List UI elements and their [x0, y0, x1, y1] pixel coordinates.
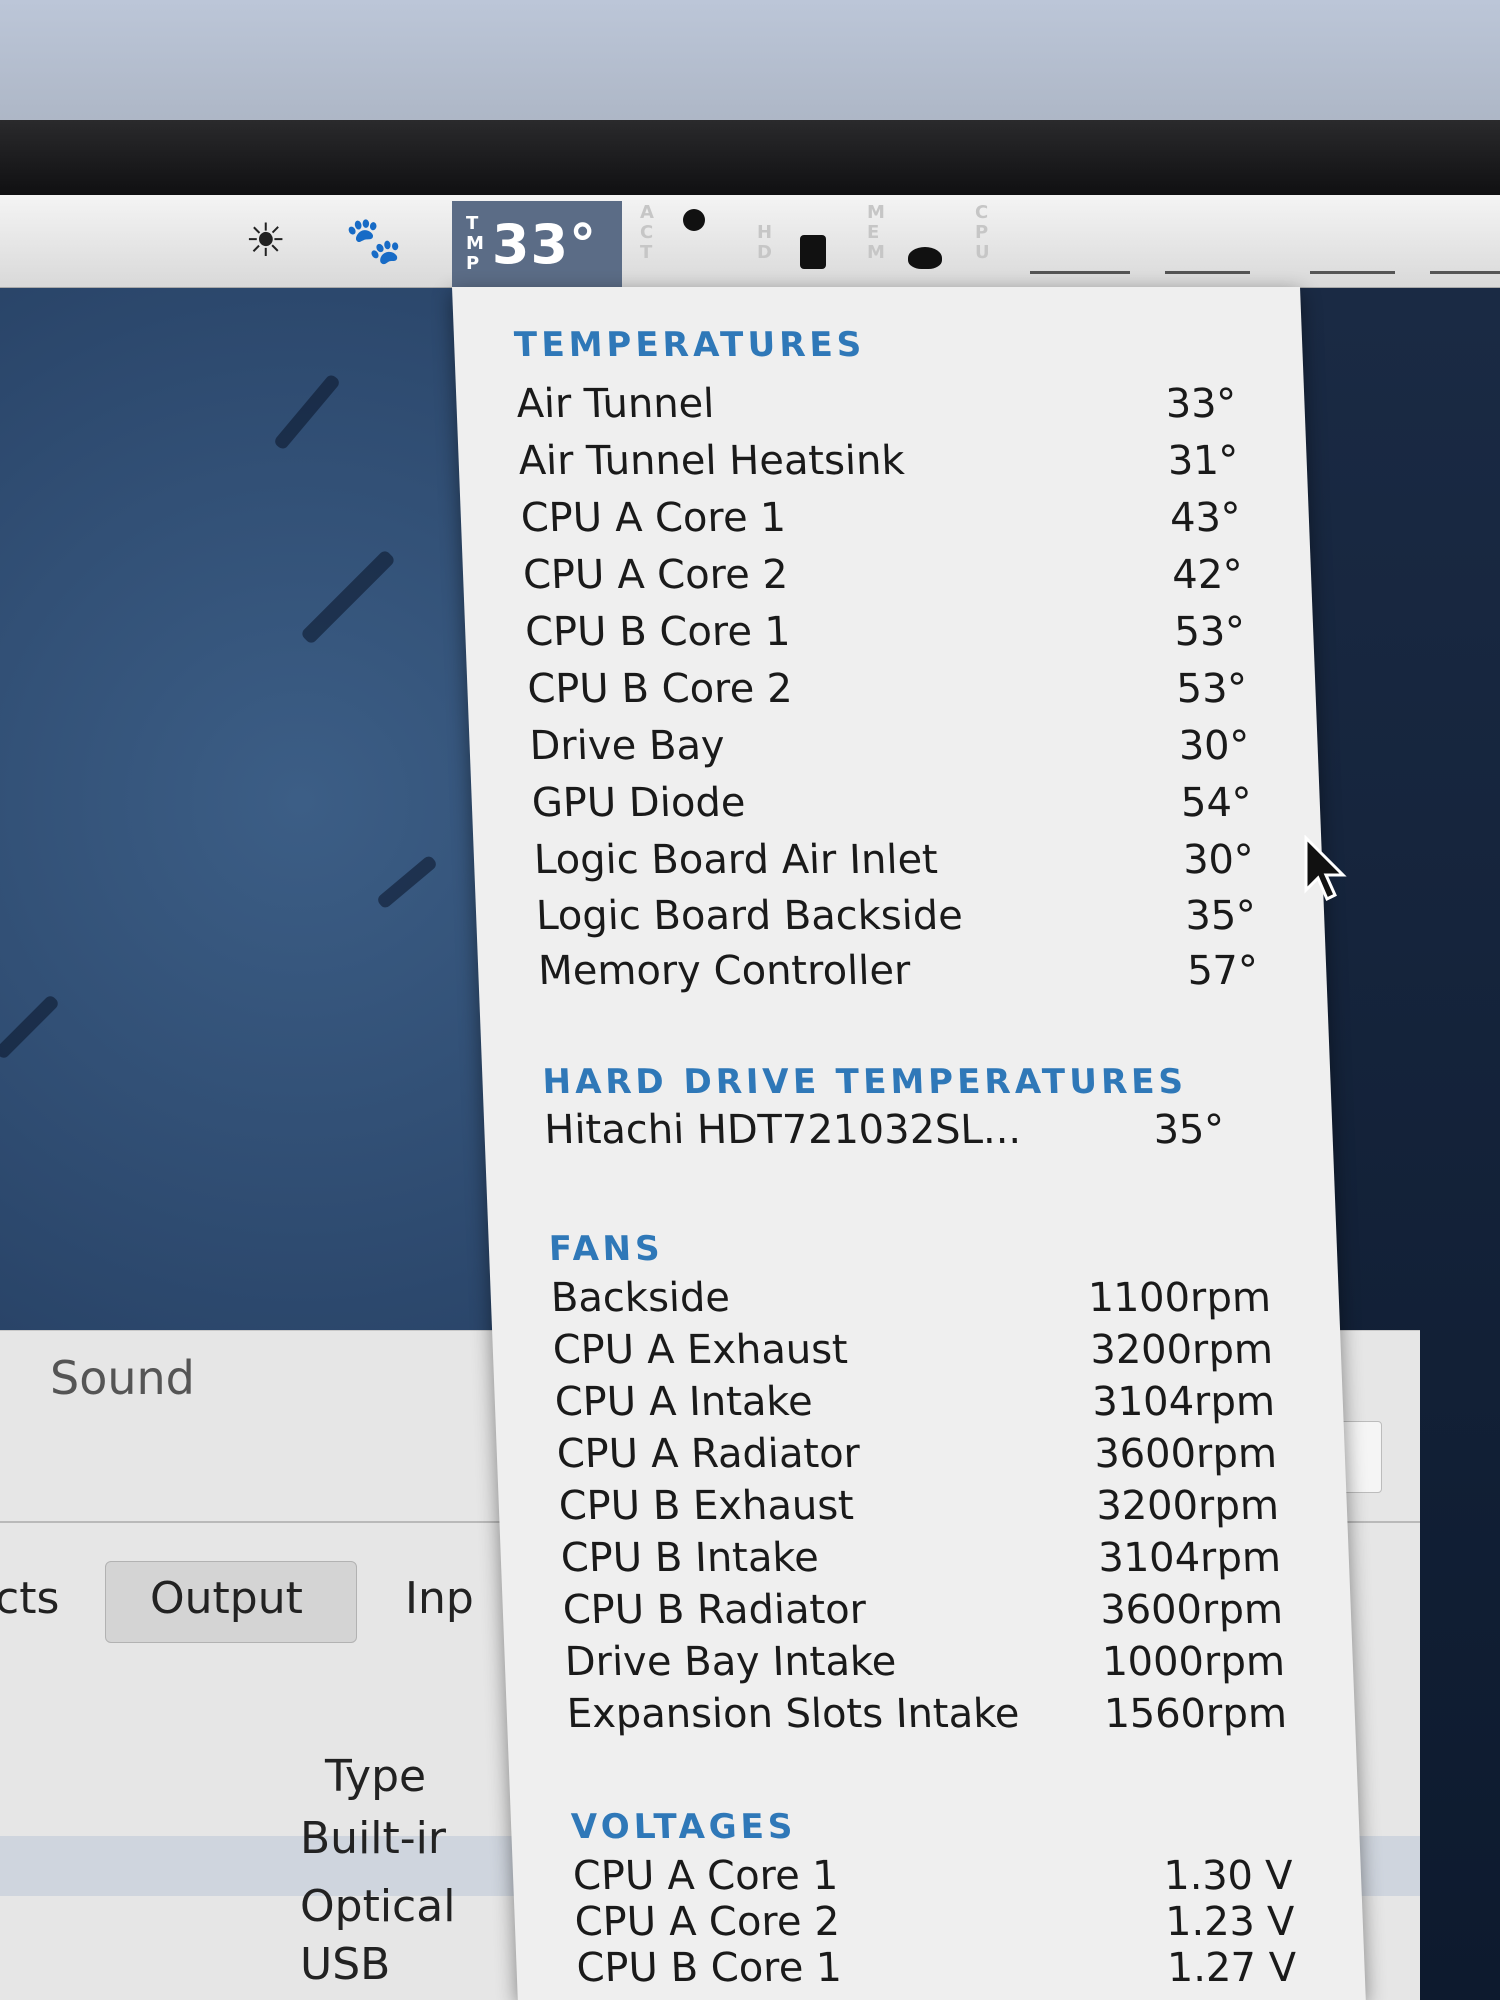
temperature-menu-extra[interactable]: T M P 33°	[452, 201, 622, 287]
list-item[interactable]: Built-ir	[300, 1813, 446, 1864]
menu-item-fan[interactable]: CPU A Radiator 3600rpm	[556, 1431, 1278, 1487]
menu-item-temperature[interactable]: GPU Diode 54°	[531, 780, 1253, 836]
cpu-graph-line	[1310, 271, 1395, 274]
menu-item-temperature[interactable]: Logic Board Backside 35°	[535, 893, 1257, 949]
tab-output[interactable]: Output	[150, 1573, 303, 1624]
menu-item-fan[interactable]: Drive Bay Intake 1000rpm	[564, 1639, 1286, 1695]
list-item[interactable]: Optical	[300, 1881, 455, 1932]
wallpaper-streak	[375, 854, 439, 910]
monitor-bezel	[0, 120, 1500, 200]
section-title-hard-drive: HARD DRIVE TEMPERATURES	[541, 1062, 1188, 1102]
tmp-label: T M P	[466, 213, 484, 274]
menu-item-temperature[interactable]: CPU B Core 2 53°	[527, 666, 1249, 722]
menu-item-fan[interactable]: CPU A Intake 3104rpm	[554, 1379, 1276, 1435]
menu-item-fan[interactable]: CPU A Exhaust 3200rpm	[552, 1327, 1274, 1383]
section-title-fans: FANS	[548, 1229, 665, 1269]
menu-item-temperature[interactable]: CPU A Core 1 43°	[520, 495, 1242, 551]
menu-item-fan[interactable]: CPU B Radiator 3600rpm	[562, 1587, 1284, 1643]
menu-item-temperature[interactable]: CPU B Core 1 53°	[524, 609, 1246, 665]
section-title-voltages: VOLTAGES	[570, 1807, 798, 1847]
menu-item-fan[interactable]: Backside 1100rpm	[550, 1275, 1272, 1331]
paw-icon[interactable]: 🐾	[345, 213, 402, 268]
menu-item-temperature[interactable]: Logic Board Air Inlet 30°	[533, 837, 1255, 893]
mouse-pointer-icon	[1304, 835, 1347, 902]
cpu-graph-line	[1430, 271, 1500, 274]
wallpaper-streak	[0, 993, 61, 1061]
memory-menu-extra[interactable]: M E M	[867, 203, 885, 263]
brightness-icon[interactable]: ☀	[245, 213, 286, 267]
tab-input[interactable]: Inp	[405, 1573, 474, 1624]
menubar-temperature-value: 33°	[491, 212, 598, 276]
section-title-temperatures: TEMPERATURES	[513, 325, 866, 365]
memory-usage-icon	[908, 247, 942, 269]
cpu-menu-extra[interactable]: C P U	[975, 203, 990, 263]
menu-item-temperature[interactable]: Air Tunnel 33°	[516, 381, 1238, 437]
temperature-dropdown-menu: TEMPERATURES Air Tunnel 33° Air Tunnel He…	[452, 287, 1366, 2000]
column-header-type[interactable]: Type	[325, 1751, 426, 1802]
menu-item-fan[interactable]: CPU B Exhaust 3200rpm	[558, 1483, 1280, 1539]
menu-item-temperature[interactable]: Air Tunnel Heatsink 31°	[518, 438, 1240, 494]
menu-item-hard-drive[interactable]: Hitachi HDT721032SL... 35°	[544, 1107, 1266, 1163]
menu-item-temperature[interactable]: Drive Bay 30°	[529, 723, 1251, 779]
menu-item-temperature[interactable]: CPU A Core 2 42°	[522, 552, 1244, 608]
menu-item-temperature[interactable]: Memory Controller 57°	[537, 948, 1259, 1004]
activity-menu-extra[interactable]: A C T	[640, 203, 654, 263]
menu-item-fan[interactable]: CPU B Intake 3104rpm	[560, 1535, 1282, 1591]
screen: Sound cts Output Inp Type Built-ir Optic…	[0, 195, 1500, 2000]
wallpaper-streak	[272, 373, 342, 451]
tab-effects[interactable]: cts	[0, 1573, 59, 1624]
list-item[interactable]: USB	[300, 1939, 390, 1990]
window-title: Sound	[50, 1351, 195, 1405]
cpu-graph-line	[1165, 271, 1250, 274]
activity-dot-icon	[683, 209, 705, 231]
disk-usage-icon	[800, 235, 826, 269]
cpu-graph-line	[1030, 271, 1130, 274]
menu-bar: ☀ 🐾 T M P 33° A C T H D M E M C P U	[0, 195, 1500, 288]
disk-menu-extra[interactable]: H D	[757, 223, 772, 263]
menu-item-fan[interactable]: Expansion Slots Intake 1560rpm	[566, 1691, 1288, 1747]
menu-item-voltage[interactable]: CPU B Core 1 1.27 V	[576, 1945, 1298, 2000]
wallpaper-streak	[299, 548, 397, 646]
